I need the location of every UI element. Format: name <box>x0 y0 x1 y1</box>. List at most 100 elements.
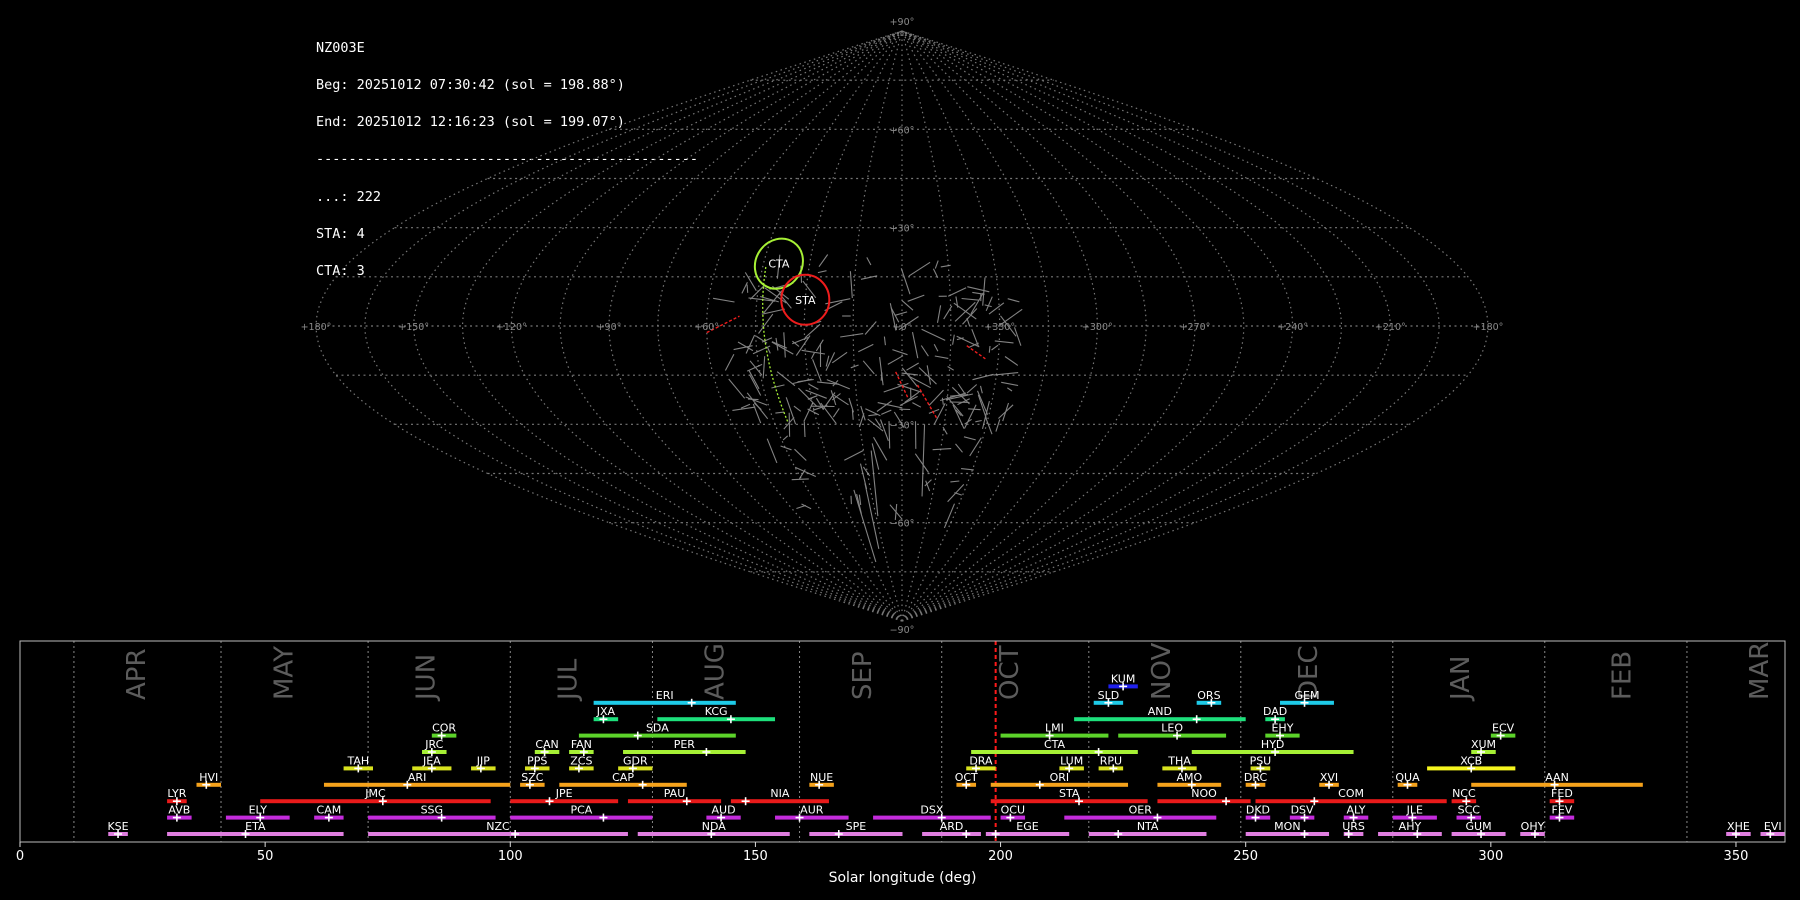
shower-psu: PSU <box>1250 754 1271 773</box>
shower-code: STA <box>1059 787 1080 800</box>
shower-code: AUD <box>712 804 736 817</box>
shower-code: SDA <box>646 722 669 735</box>
shower-code: KSE <box>107 820 128 833</box>
shower-code: ARI <box>408 771 426 784</box>
shower-code: NOO <box>1191 787 1217 800</box>
shower-dkd: DKD <box>1245 804 1271 822</box>
shower-sld: SLD <box>1093 689 1124 707</box>
shower-code: DRA <box>969 754 993 767</box>
shower-nta: NTA <box>1088 820 1207 838</box>
shower-aur: AUR <box>775 804 849 822</box>
shower-oct: OCT <box>955 771 978 789</box>
shower-code: PPS <box>527 754 547 767</box>
shower-code: EGE <box>1016 820 1038 833</box>
shower-xcb: XCB <box>1427 754 1516 773</box>
shower-scc: SCC <box>1456 804 1482 822</box>
shower-code: SPE <box>846 820 867 833</box>
shower-cam: CAM <box>314 804 344 822</box>
shower-ocu: OCU <box>1000 804 1026 822</box>
month-label: JUL <box>554 658 584 702</box>
shower-jpe: JPE <box>510 787 619 806</box>
shower-dsv: DSV <box>1289 804 1315 822</box>
shower-code: SZC <box>521 771 544 784</box>
shower-code: COR <box>432 722 456 735</box>
shower-amo: AMO <box>1157 771 1222 789</box>
shower-code: XUM <box>1471 738 1496 751</box>
shower-aud: AUD <box>706 804 741 822</box>
shower-gum: GUM <box>1451 820 1506 838</box>
shower-code: NZC <box>486 820 510 833</box>
shower-cor: COR <box>431 722 456 740</box>
shower-code: JPE <box>555 787 573 800</box>
shower-and: AND <box>1074 705 1246 724</box>
shower-code: DKD <box>1246 804 1270 817</box>
shower-sta: STA <box>990 787 1148 806</box>
shower-code: RPU <box>1100 754 1122 767</box>
shower-per: PER <box>623 738 746 756</box>
shower-code: KCG <box>705 705 728 718</box>
shower-code: THA <box>1167 754 1191 767</box>
shower-tha: THA <box>1162 754 1197 773</box>
shower-code: NIA <box>770 787 789 800</box>
shower-code: AHY <box>1399 820 1422 833</box>
shower-code: XCB <box>1460 754 1482 767</box>
shower-code: ARD <box>940 820 964 833</box>
shower-code: ETA <box>245 820 266 833</box>
shower-code: JLE <box>1406 804 1423 817</box>
month-label: JAN <box>1446 656 1476 702</box>
x-axis-label: Solar longitude (deg) <box>829 870 977 886</box>
shower-oer: OER <box>1064 804 1217 822</box>
shower-dad: DAD <box>1263 705 1287 724</box>
shower-code: DAD <box>1263 705 1287 718</box>
shower-evi: EVI <box>1760 820 1785 838</box>
shower-code: KUM <box>1111 672 1135 685</box>
shower-jrc: JRC <box>422 738 447 756</box>
shower-code: PCA <box>570 804 592 817</box>
shower-ard: ARD <box>922 820 981 838</box>
shower-code: JEA <box>422 754 441 767</box>
shower-urs: URS <box>1342 820 1365 838</box>
shower-code: JIP <box>476 754 490 767</box>
shower-timeline: APR MAY JUN JUL AUG SEP OCT NOV DEC JAN FEB MARKUME… <box>16 640 1786 886</box>
shower-avb: AVB <box>167 804 192 822</box>
x-tick-label: 0 <box>16 849 24 864</box>
shower-code: URS <box>1342 820 1365 833</box>
shower-code: ZCS <box>570 754 592 767</box>
shower-code: AND <box>1148 705 1172 718</box>
shower-nue: NUE <box>809 771 834 789</box>
shower-xhe: XHE <box>1726 820 1751 838</box>
x-tick-label: 150 <box>743 849 768 864</box>
shower-ncc: NCC <box>1451 787 1477 806</box>
shower-cap: CAP <box>559 771 687 789</box>
shower-mon: MON <box>1245 820 1330 838</box>
shower-pca: PCA <box>510 804 653 822</box>
shower-pau: PAU <box>627 787 722 806</box>
shower-code: EHY <box>1271 722 1293 735</box>
shower-szc: SZC <box>520 771 545 789</box>
shower-ehy: EHY <box>1265 722 1300 740</box>
shower-pps: PPS <box>524 754 550 773</box>
shower-jea: JEA <box>412 754 452 773</box>
shower-code: NUE <box>810 771 833 784</box>
x-tick-label: 300 <box>1478 849 1503 864</box>
shower-code: SCC <box>1458 804 1481 817</box>
x-tick-label: 350 <box>1724 849 1749 864</box>
shower-code: NTA <box>1137 820 1159 833</box>
month-label: JUN <box>411 654 441 702</box>
shower-gdr: GDR <box>618 754 653 773</box>
shower-ohy: OHY <box>1520 820 1545 838</box>
shower-code: OCU <box>1001 804 1025 817</box>
shower-ege: EGE <box>985 820 1070 838</box>
shower-ecv: ECV <box>1490 722 1516 740</box>
x-tick-label: 50 <box>257 849 274 864</box>
month-label: SEP <box>848 651 878 700</box>
month-label: MAY <box>269 646 299 700</box>
shower-code: ORS <box>1197 689 1220 702</box>
shower-ely: ELY <box>225 804 290 822</box>
shower-code: AMO <box>1176 771 1202 784</box>
shower-code: CAP <box>612 771 634 784</box>
shower-code: FED <box>1551 787 1573 800</box>
shower-can: CAN <box>534 738 560 756</box>
shower-hvi: HVI <box>196 771 222 789</box>
shower-code: LMI <box>1045 722 1064 735</box>
